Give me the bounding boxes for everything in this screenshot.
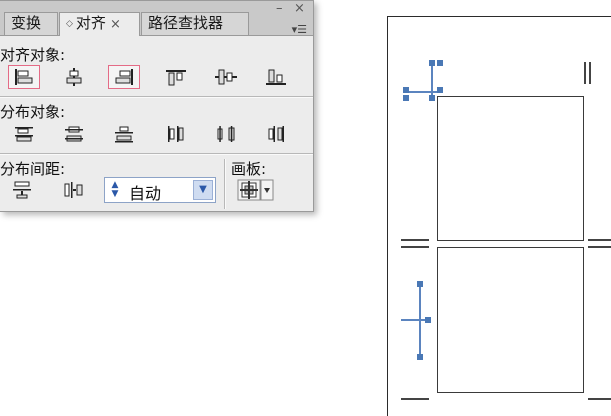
align-objects-label: 对齐对象: [0,46,66,64]
align-top-button[interactable] [160,65,192,89]
selection-handle[interactable] [417,354,423,360]
selection-handle[interactable] [429,95,435,101]
tab-align-label: 对齐 [75,14,106,32]
distribute-top-button[interactable] [8,122,40,146]
minimize-icon[interactable]: – [276,1,283,16]
align-vertical-center-button[interactable] [210,65,242,89]
selection-handle[interactable] [437,87,443,93]
guide-mark [584,62,586,84]
section-divider [0,153,313,155]
align-left-icon [15,69,33,85]
distribute-vertical-space-button[interactable] [6,178,38,202]
distribute-right-button[interactable] [260,122,292,146]
distribute-bottom-button[interactable] [108,122,140,146]
selection-handle[interactable] [403,87,409,93]
selection-handle[interactable] [437,60,443,66]
align-bottom-icon [266,69,286,85]
guide-mark [401,398,429,400]
guide-mark [401,246,429,248]
panel-tab-bar: 变换 ◇ 对齐 × 路径查找器 – × ▾☰ [0,1,313,36]
align-left-button[interactable] [8,65,40,89]
align-right-icon [115,69,133,85]
close-icon[interactable]: × [294,1,305,16]
distribute-vertical-center-icon [65,126,83,142]
frame-bottom[interactable] [437,247,584,393]
distribute-horizontal-space-icon [64,182,83,198]
frame-top[interactable] [437,96,584,241]
align-to-artboard-button[interactable] [237,179,279,201]
distribute-horizontal-center-button[interactable] [210,122,242,146]
distribute-bottom-icon [115,126,133,143]
align-objects-row [0,65,313,91]
guide-mark [401,239,429,241]
align-horizontal-center-button[interactable] [58,65,90,89]
tab-pathfinder[interactable]: 路径查找器 [141,12,249,35]
distribute-objects-row [0,122,313,148]
distribute-top-icon [15,127,33,142]
spacing-value-dropdown[interactable]: ▲ ▼ 自动 ▼ [104,177,216,203]
tab-pathfinder-label: 路径查找器 [148,14,224,32]
spacing-value: 自动 [129,184,162,203]
tab-grip-icon: ◇ [66,19,73,29]
align-top-icon [166,70,186,86]
distribute-left-icon [168,126,184,142]
align-horizontal-center-icon [66,68,82,86]
panel-menu-icon[interactable]: ▾☰ [292,23,307,36]
spinner-arrows-icon[interactable]: ▲ ▼ [108,181,122,199]
distribute-vertical-center-button[interactable] [58,122,90,146]
guide-mark [588,246,611,248]
distribute-right-icon [268,126,284,142]
align-vertical-center-icon [215,69,237,85]
tab-transform-label: 变换 [11,14,42,32]
selection-handle[interactable] [403,95,409,101]
align-to-label: 画板: [231,160,267,178]
align-right-button[interactable] [108,65,140,89]
distribute-vertical-space-icon [13,181,31,199]
vertical-divider [224,159,226,209]
align-to-artboard-icon [237,179,274,201]
guide-mark [588,398,611,400]
tab-transform[interactable]: 变换 [4,12,58,35]
distribute-horizontal-space-button[interactable] [58,178,90,202]
tab-close-icon[interactable]: × [110,17,121,32]
tab-align[interactable]: ◇ 对齐 × [59,12,140,36]
selection-handle[interactable] [417,281,423,287]
distribute-spacing-label: 分布间距: [0,160,66,178]
selection-handle[interactable] [429,60,435,66]
guide-mark [589,62,591,84]
distribute-horizontal-center-icon [217,126,235,142]
distribute-left-button[interactable] [160,122,192,146]
guide-mark [588,239,611,241]
chevron-down-icon[interactable]: ▼ [193,180,213,200]
align-panel: 变换 ◇ 对齐 × 路径查找器 – × ▾☰ 对齐对象: 分布对象: 分布间距:… [0,0,314,212]
align-bottom-button[interactable] [260,65,292,89]
section-divider [0,96,313,98]
distribute-objects-label: 分布对象: [0,103,66,121]
selection-handle[interactable] [425,317,431,323]
